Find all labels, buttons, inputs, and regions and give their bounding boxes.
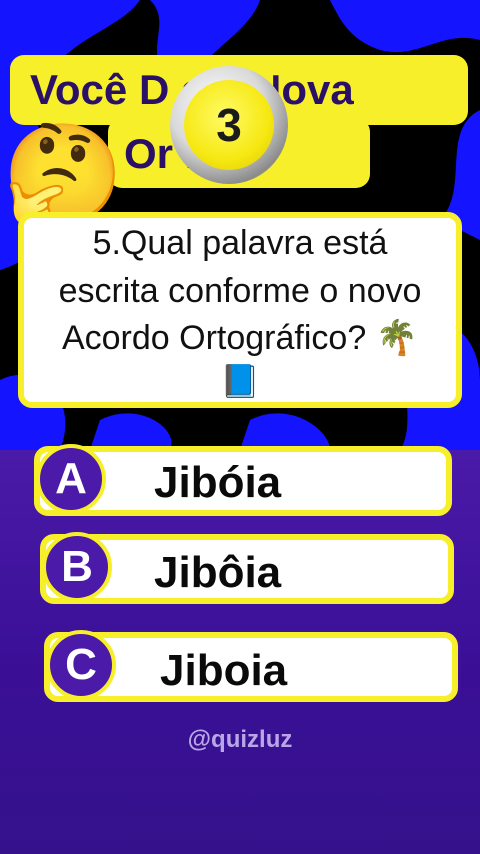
answer-letter-c: C: [46, 630, 116, 700]
watermark-handle: @quizluz: [187, 726, 293, 753]
timer-value: 3: [216, 99, 242, 151]
book-icon: 📘: [220, 363, 260, 399]
question-line-1: 5.Qual palavra está: [92, 224, 388, 262]
thinking-face-icon: 🤔: [2, 119, 125, 229]
answer-letter-b: B: [42, 532, 112, 602]
countdown-timer: 3: [170, 66, 288, 184]
answer-text-b: Jibôia: [154, 548, 282, 597]
question-line-3: Acordo Ortográfico? 🌴: [61, 319, 419, 357]
timer-face: 3: [184, 80, 274, 170]
answer-letter-a: A: [36, 444, 106, 514]
answer-text-c: Jiboia: [160, 646, 288, 695]
answer-text-a: Jibóia: [154, 458, 282, 507]
question-line-2: escrita conforme o novo: [58, 272, 422, 310]
